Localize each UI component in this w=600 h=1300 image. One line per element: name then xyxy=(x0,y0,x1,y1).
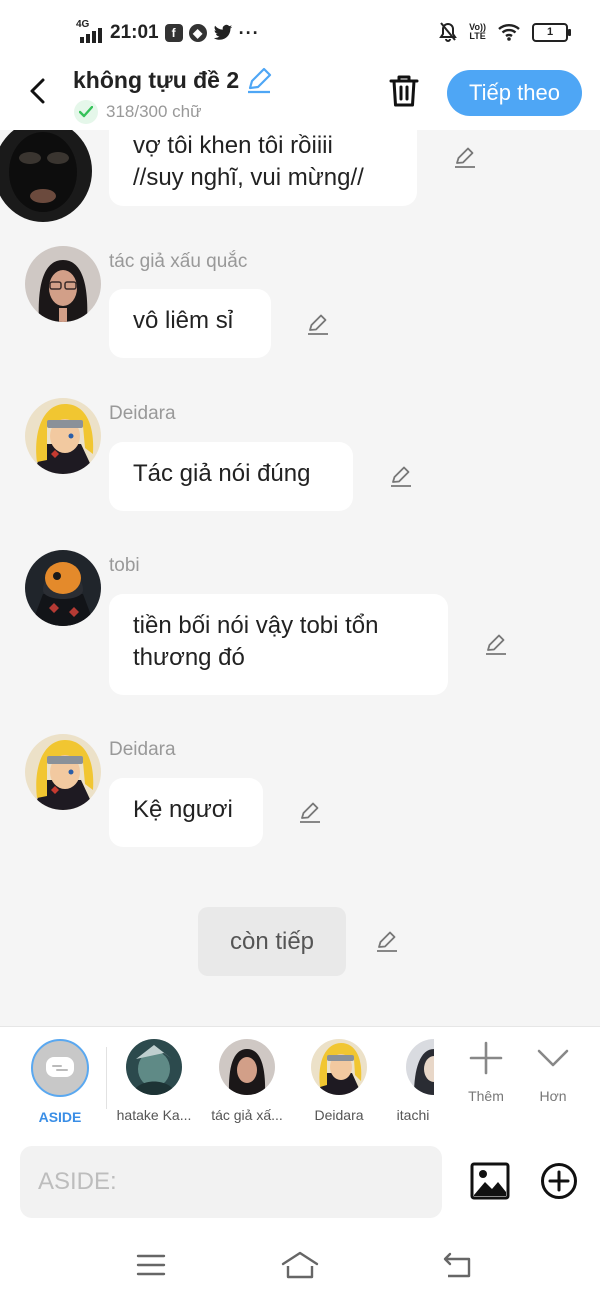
add-character-button[interactable]: Thêm xyxy=(456,1041,516,1104)
status-bar: 4G 21:01 f ◆ ··· Vo)) LTE 1 xyxy=(0,0,600,62)
add-label: Thêm xyxy=(468,1088,504,1104)
character-name: itachi xyxy=(396,1107,430,1123)
more-notifications-icon: ··· xyxy=(238,22,260,43)
battery-icon: 1 xyxy=(532,22,571,42)
character-name: Deidara xyxy=(314,1107,364,1123)
status-left: 4G 21:01 f ◆ ··· xyxy=(76,19,260,46)
more-button[interactable]: Hơn xyxy=(523,1041,583,1104)
to-be-continued-bubble[interactable]: còn tiếp xyxy=(198,907,346,976)
story-title[interactable]: không tựu đề 2 xyxy=(73,66,273,94)
compose-area xyxy=(0,1134,600,1234)
avatar xyxy=(126,1039,182,1095)
avatar xyxy=(406,1039,434,1095)
image-icon[interactable] xyxy=(470,1162,510,1200)
menu-icon[interactable] xyxy=(136,1250,166,1280)
home-icon[interactable] xyxy=(280,1250,320,1280)
system-nav-bar xyxy=(0,1234,600,1300)
wifi-icon xyxy=(498,24,520,41)
message-bubble[interactable]: Tác giả nói đúng xyxy=(109,442,353,511)
trash-icon[interactable] xyxy=(388,74,420,108)
message-bubble[interactable]: Kệ ngươi xyxy=(109,778,263,847)
character-name: tác giả xấ... xyxy=(211,1107,283,1123)
sender-name: tobi xyxy=(109,555,140,576)
sender-name: Deidara xyxy=(109,739,176,760)
message-input[interactable] xyxy=(20,1146,442,1218)
edit-title-icon[interactable] xyxy=(245,66,273,94)
chevron-down-icon xyxy=(537,1049,569,1067)
story-title-text: không tựu đề 2 xyxy=(73,66,240,93)
avatar[interactable] xyxy=(25,734,101,810)
aside-chat-icon xyxy=(31,1039,89,1097)
add-circle-icon[interactable] xyxy=(540,1162,578,1200)
character-name: ASIDE xyxy=(38,1109,82,1125)
edit-message-icon[interactable] xyxy=(452,144,478,170)
sender-name: tác giả xấu quắc xyxy=(109,251,248,272)
message-bubble[interactable]: vợ tôi khen tôi rồiiii //suy nghĩ, vui m… xyxy=(109,130,417,206)
status-time: 21:01 xyxy=(110,22,159,43)
word-count-text: 318/300 chữ xyxy=(106,102,202,121)
avatar xyxy=(219,1039,275,1095)
message-bubble[interactable]: vô liêm sỉ xyxy=(109,289,271,358)
status-right: Vo)) LTE 1 xyxy=(439,22,571,42)
character-item[interactable]: hatake Ka... xyxy=(112,1039,196,1123)
edit-message-icon[interactable] xyxy=(374,928,400,954)
back-arrow-icon[interactable] xyxy=(26,76,50,106)
character-selector: ASIDE hatake Ka... tác giả xấ... Deidara… xyxy=(0,1026,600,1136)
edit-message-icon[interactable] xyxy=(297,799,323,825)
avatar[interactable] xyxy=(25,398,101,474)
divider xyxy=(106,1047,107,1109)
character-item[interactable]: itachi xyxy=(392,1039,434,1123)
facebook-icon: f xyxy=(164,24,183,42)
compass-icon: ◆ xyxy=(188,24,207,42)
mute-bell-icon xyxy=(439,22,458,42)
verified-check-icon xyxy=(74,100,98,124)
cellular-signal-icon: 4G xyxy=(76,19,104,43)
avatar[interactable] xyxy=(25,550,101,626)
avatar[interactable] xyxy=(25,246,101,322)
character-item[interactable]: Deidara xyxy=(304,1039,374,1123)
editor-header: không tựu đề 2 318/300 chữ Tiếp theo xyxy=(0,62,600,130)
word-count: 318/300 chữ xyxy=(74,100,202,124)
avatar[interactable] xyxy=(0,130,92,222)
twitter-icon xyxy=(213,24,232,40)
plus-icon xyxy=(469,1041,503,1075)
message-bubble[interactable]: tiền bối nói vậy tobi tổn thương đó xyxy=(109,594,448,695)
character-item[interactable]: tác giả xấ... xyxy=(204,1039,290,1123)
next-button[interactable]: Tiếp theo xyxy=(447,70,582,116)
more-label: Hơn xyxy=(539,1088,567,1104)
dialogue-list: vợ tôi khen tôi rồiiii //suy nghĩ, vui m… xyxy=(0,130,600,1026)
edit-message-icon[interactable] xyxy=(483,631,509,657)
volte-icon: Vo)) LTE xyxy=(469,22,486,41)
edit-message-icon[interactable] xyxy=(388,463,414,489)
sender-name: Deidara xyxy=(109,403,176,424)
edit-message-icon[interactable] xyxy=(305,311,331,337)
back-nav-icon[interactable] xyxy=(442,1250,472,1280)
character-aside[interactable]: ASIDE xyxy=(28,1039,92,1125)
avatar xyxy=(311,1039,367,1095)
character-name: hatake Ka... xyxy=(116,1107,192,1123)
